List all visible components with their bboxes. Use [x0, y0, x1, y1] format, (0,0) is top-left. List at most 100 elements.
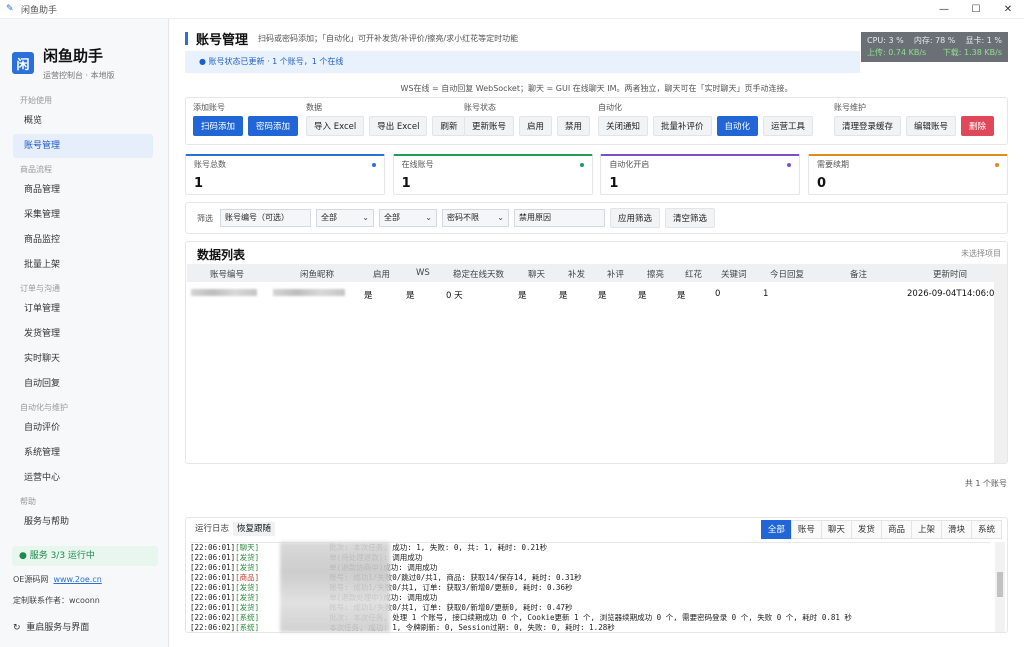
- sidebar-item-1-0[interactable]: 商品管理: [13, 178, 153, 202]
- log-time: [22:06:01]: [190, 573, 236, 582]
- edit-account-button[interactable]: 编辑账号: [906, 116, 957, 136]
- window-titlebar: ✎ 闲鱼助手 — ☐ ✕: [0, 0, 1024, 19]
- sidebar-item-1-3[interactable]: 批量上架: [13, 253, 153, 277]
- cell-polish: 是: [638, 291, 647, 301]
- col-ws[interactable]: WS: [416, 268, 430, 278]
- col-enabled[interactable]: 启用: [373, 268, 390, 280]
- stat-value: 0: [816, 176, 827, 191]
- select-value: 密码不限: [447, 213, 479, 222]
- log-time: [22:06:01]: [190, 583, 236, 592]
- log-filter-account[interactable]: 账号: [790, 520, 822, 539]
- cell-chat: 是: [518, 291, 527, 301]
- sidebar-item-4-0[interactable]: 服务与帮助: [13, 510, 153, 534]
- log-time: [22:06:01]: [190, 563, 236, 572]
- account-id-input[interactable]: 账号编号（可选）: [220, 209, 311, 227]
- disable-reason-input[interactable]: 禁用原因: [514, 209, 605, 227]
- log-tag: [发货]: [235, 563, 260, 572]
- cpu-usage: CPU: 3 %: [867, 36, 904, 45]
- batch-review-button[interactable]: 批量补评价: [653, 116, 712, 136]
- log-time: [22:06:01]: [190, 603, 236, 612]
- sidebar-item-3-2[interactable]: 运营中心: [13, 466, 153, 490]
- group-label: 账号维护: [834, 103, 866, 112]
- log-time: [22:06:02]: [190, 613, 236, 622]
- refresh-button[interactable]: 刷新: [432, 116, 466, 136]
- col-note[interactable]: 备注: [850, 268, 867, 280]
- sidebar-item-2-2[interactable]: 实时聊天: [13, 347, 153, 371]
- apply-filter-button[interactable]: 应用筛选: [610, 208, 661, 228]
- log-filter-slider[interactable]: 滑块: [940, 520, 972, 539]
- col-review[interactable]: 补评: [607, 268, 624, 280]
- filter-bar: 筛选 账号编号（可选） 全部 ⌄ 全部 ⌄ 密码不限 ⌄ 禁用原因 应用筛选 清空筛选: [185, 202, 1008, 234]
- sidebar-item-2-1[interactable]: 发货管理: [13, 322, 153, 346]
- page-subtitle: 扫码或密码添加；「自动化」可开补发货/补评价/擦亮/求小红花等定时功能: [258, 34, 519, 43]
- total-count: 共 1 个账号: [964, 479, 1007, 488]
- sidebar-item-2-3[interactable]: 自动回复: [13, 372, 153, 396]
- cell-enabled: 是: [364, 291, 373, 301]
- footer-site-label: OE源码网: [13, 575, 49, 584]
- import-excel-button[interactable]: 导入 Excel: [306, 116, 365, 136]
- log-filter-system[interactable]: 系统: [970, 520, 1002, 539]
- clear-filter-button[interactable]: 清空筛选: [665, 208, 716, 228]
- group-label: 数据: [306, 103, 322, 112]
- sidebar-item-3-0[interactable]: 自动评价: [13, 416, 153, 440]
- delete-button[interactable]: 删除: [961, 116, 995, 136]
- page-title: 账号管理: [196, 33, 249, 48]
- close-button[interactable]: ✕: [992, 4, 1024, 15]
- close-notify-button[interactable]: 关闭通知: [598, 116, 649, 136]
- automation-button[interactable]: 自动化: [716, 116, 759, 136]
- table-scrollbar[interactable]: [994, 264, 1007, 463]
- col-polish[interactable]: 擦亮: [647, 268, 664, 280]
- log-scrollbar[interactable]: [995, 542, 1005, 632]
- password-add-button[interactable]: 密码添加: [248, 116, 299, 136]
- redacted-text: [273, 289, 345, 296]
- col-chat[interactable]: 聊天: [528, 268, 545, 280]
- restart-button[interactable]: ↻ 重启服务与界面: [13, 620, 89, 633]
- select-value: 全部: [384, 213, 400, 222]
- filter-select-2[interactable]: 全部 ⌄: [379, 209, 437, 227]
- col-resend[interactable]: 补发: [568, 268, 585, 280]
- footer-site-link[interactable]: www.2oe.cn: [53, 575, 101, 584]
- toolbar-group-status: 账号状态 更新账号 启用 禁用: [464, 102, 595, 136]
- enable-button[interactable]: 启用: [519, 116, 553, 136]
- col-account-id[interactable]: 账号编号: [210, 268, 244, 280]
- refresh-icon: ↻: [13, 623, 21, 633]
- export-excel-button[interactable]: 导出 Excel: [369, 116, 428, 136]
- sidebar-item-2-0[interactable]: 订单管理: [13, 297, 153, 321]
- log-filter-chat[interactable]: 聊天: [820, 520, 852, 539]
- log-filter-product[interactable]: 商品: [880, 520, 912, 539]
- col-stable-days[interactable]: 稳定在线天数: [453, 268, 504, 280]
- maximize-button[interactable]: ☐: [960, 4, 992, 15]
- table-row[interactable]: 是 是 0 天 是 是 是 是 是 0 1 2026-09-04T14:06:0…: [187, 287, 1000, 303]
- stat-card-online: 在线账号 1: [392, 154, 593, 195]
- update-account-button[interactable]: 更新账号: [464, 116, 515, 136]
- clear-cache-button[interactable]: 清理登录缓存: [834, 116, 902, 136]
- data-list: 数据列表 未选择项目 账号编号 闲鱼昵称 启用 WS 稳定在线天数 聊天 补发 …: [185, 241, 1008, 464]
- sidebar-item-3-1[interactable]: 系统管理: [13, 441, 153, 465]
- page-header: 账号管理 扫码或密码添加；「自动化」可开补发货/补评价/擦亮/求小红花等定时功能: [185, 29, 518, 48]
- ops-tools-button[interactable]: 运营工具: [763, 116, 814, 136]
- group-label: 添加账号: [193, 103, 225, 112]
- col-flower[interactable]: 红花: [685, 268, 702, 280]
- password-filter-select[interactable]: 密码不限 ⌄: [442, 209, 509, 227]
- cell-review: 是: [598, 291, 607, 301]
- filter-select-1[interactable]: 全部 ⌄: [316, 209, 374, 227]
- sidebar-item-0-1[interactable]: 账号管理: [13, 134, 153, 158]
- sidebar-item-1-1[interactable]: 采集管理: [13, 203, 153, 227]
- stats-cards: 账号总数 1 在线账号 1 自动化开启 1 需要续期 0: [185, 154, 1008, 195]
- col-keywords[interactable]: 关键词: [721, 268, 747, 280]
- tab-run-log[interactable]: 运行日志: [191, 522, 233, 536]
- log-tag: [发货]: [235, 553, 260, 562]
- log-filter-listing[interactable]: 上架: [910, 520, 942, 539]
- log-filter-delivery[interactable]: 发货: [850, 520, 882, 539]
- sidebar-item-1-2[interactable]: 商品监控: [13, 228, 153, 252]
- col-today-reply[interactable]: 今日回复: [770, 268, 804, 280]
- sidebar-item-0-0[interactable]: 概览: [13, 109, 153, 133]
- col-nickname[interactable]: 闲鱼昵称: [300, 268, 334, 280]
- scroll-thumb[interactable]: [997, 572, 1003, 597]
- resume-follow-button[interactable]: 恢复跟随: [233, 522, 276, 536]
- disable-button[interactable]: 禁用: [557, 116, 591, 136]
- log-filter-all[interactable]: 全部: [760, 520, 792, 539]
- minimize-button[interactable]: —: [928, 4, 960, 15]
- scan-add-button[interactable]: 扫码添加: [193, 116, 244, 136]
- col-updated[interactable]: 更新时间: [933, 268, 967, 280]
